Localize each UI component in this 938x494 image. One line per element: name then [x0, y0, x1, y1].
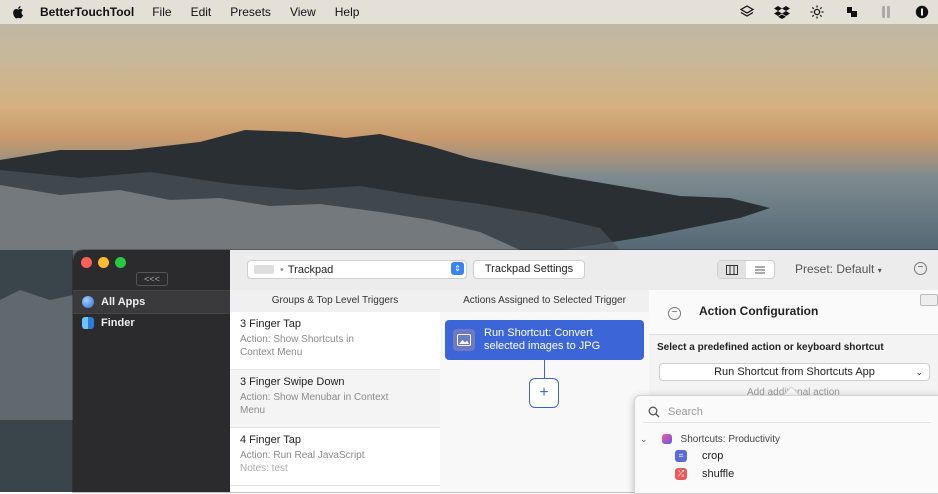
finder-icon — [82, 317, 94, 329]
menu-view[interactable]: View — [290, 5, 316, 19]
shortcut-item-label: shuffle — [702, 468, 735, 480]
add-action-button[interactable]: + — [529, 378, 559, 408]
predefined-action-select[interactable]: Run Shortcut from Shortcuts App ⌄ — [659, 363, 930, 381]
app-name-menu[interactable]: BetterTouchTool — [40, 5, 134, 19]
predefined-action-label: Select a predefined action or keyboard s… — [657, 342, 884, 353]
connector-line — [544, 360, 545, 378]
shortcuts-popover: Search ⌄ Shortcuts: Productivity ⌗ crop … — [634, 395, 938, 494]
menu-edit[interactable]: Edit — [191, 5, 212, 19]
search-icon — [648, 406, 660, 418]
trigger-row[interactable]: 3 Finger Tap Action: Show Shortcuts in C… — [230, 312, 440, 370]
brightness-icon[interactable] — [809, 4, 825, 20]
shortcut-item-label: crop — [702, 450, 724, 462]
triggers-column-header: Groups & Top Level Triggers — [230, 290, 441, 313]
zoom-window-button[interactable] — [115, 257, 126, 268]
sidebar-item-label: Finder — [101, 317, 135, 329]
trackpad-icon — [254, 265, 274, 274]
window-toolbar: • Trackpad ⇕ Trackpad Settings Preset: D… — [230, 250, 938, 291]
app-sidebar: <<< All Apps Finder — [73, 250, 230, 492]
trackpad-settings-button[interactable]: Trackpad Settings — [473, 260, 585, 279]
shortcut-group-header[interactable]: ⌄ Shortcuts: Productivity — [635, 431, 938, 447]
panel-toggle-icon[interactable] — [920, 294, 938, 306]
selected-action-value: Run Shortcut from Shortcuts App — [714, 366, 875, 378]
toolbar-minus-button[interactable]: − — [914, 262, 927, 275]
image-icon — [453, 329, 475, 351]
assigned-action-label: Run Shortcut: Convert selected images to… — [484, 327, 601, 352]
trigger-action: Action: Run Real JavaScript — [240, 450, 365, 461]
config-title: Action Configuration — [699, 304, 819, 318]
bullet-separator: • — [280, 263, 284, 276]
status-menu-area — [739, 0, 930, 24]
list-view-icon[interactable] — [746, 261, 774, 278]
device-selector-label: Trackpad — [287, 263, 334, 276]
trigger-action: Action: Show Menubar in Context Menu — [240, 392, 389, 416]
actions-column-header: Actions Assigned to Selected Trigger — [440, 290, 650, 313]
battery-icon[interactable] — [879, 4, 895, 20]
menu-help[interactable]: Help — [335, 5, 360, 19]
trigger-title: 4 Finger Tap — [240, 434, 301, 446]
assigned-actions-column: Run Shortcut: Convert selected images to… — [440, 312, 650, 492]
trigger-title: 3 Finger Tap — [240, 318, 301, 330]
sidebar-item-finder[interactable]: Finder — [73, 312, 230, 334]
apple-icon[interactable] — [12, 5, 26, 19]
trigger-notes: Notes: test — [240, 463, 288, 474]
shortcut-item-shuffle[interactable]: ⤮ shuffle — [675, 466, 875, 482]
chevron-updown-icon: ⇕ — [451, 262, 464, 275]
view-mode-toggle — [717, 260, 775, 279]
info-icon[interactable] — [914, 4, 930, 20]
menubar: BetterTouchTool File Edit Presets View H… — [0, 0, 938, 24]
preset-selector[interactable]: Preset: Default ▾ — [795, 262, 882, 276]
trigger-title: 3 Finger Swipe Down — [240, 376, 345, 388]
globe-icon — [82, 296, 94, 308]
assigned-action-card[interactable]: Run Shortcut: Convert selected images to… — [445, 320, 644, 360]
trigger-row[interactable]: 3 Finger Swipe Down Action: Show Menubar… — [230, 370, 440, 428]
sidebar-item-label: All Apps — [101, 296, 146, 308]
shuffle-icon: ⤮ — [675, 468, 687, 480]
popover-search-field[interactable]: Search — [643, 402, 931, 423]
menu-presets[interactable]: Presets — [230, 5, 271, 19]
menu-file[interactable]: File — [152, 5, 171, 19]
config-header: − Action Configuration — [649, 290, 938, 335]
dropbox-icon[interactable] — [774, 4, 790, 20]
bettertouchtool-icon[interactable] — [844, 4, 860, 20]
shortcut-group-label: Shortcuts: Productivity — [680, 433, 781, 445]
layers-icon[interactable] — [739, 4, 755, 20]
shortcuts-app-icon — [661, 434, 672, 444]
window-controls — [81, 257, 126, 268]
crop-icon: ⌗ — [675, 450, 687, 462]
minimize-window-button[interactable] — [98, 257, 109, 268]
collapse-sidebar-button[interactable]: <<< — [136, 272, 168, 286]
search-placeholder: Search — [668, 406, 703, 418]
preset-label: Preset: Default — [795, 262, 875, 276]
chevron-down-icon: ⌄ — [640, 433, 648, 444]
close-window-button[interactable] — [81, 257, 92, 268]
shortcut-item-crop[interactable]: ⌗ crop — [675, 448, 875, 464]
triggers-list: 3 Finger Tap Action: Show Shortcuts in C… — [230, 312, 441, 492]
trigger-row[interactable]: 4 Finger Tap Action: Run Real JavaScript… — [230, 428, 440, 486]
trigger-action: Action: Show Shortcuts in Context Menu — [240, 334, 354, 358]
dropdown-arrow-icon: ▾ — [877, 266, 882, 275]
sidebar-item-all-apps[interactable]: All Apps — [73, 290, 230, 314]
columns-view-icon[interactable] — [718, 261, 746, 278]
chevron-down-icon: ⌄ — [915, 367, 923, 377]
remove-action-button[interactable]: − — [668, 307, 681, 320]
device-selector[interactable]: • Trackpad ⇕ — [247, 260, 467, 279]
